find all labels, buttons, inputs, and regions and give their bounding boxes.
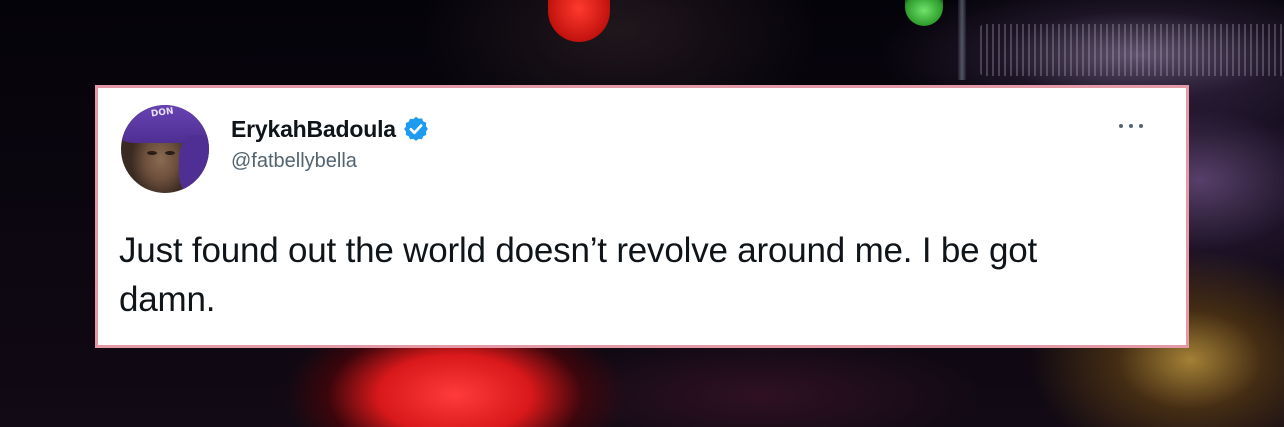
more-dot: [1119, 124, 1123, 128]
avatar-eye-right: [165, 151, 175, 155]
avatar-scarf: [179, 135, 209, 193]
verified-badge-icon: [402, 115, 430, 143]
tweet-text: Just found out the world doesn’t revolve…: [119, 231, 1038, 319]
background-green-light: [905, 0, 943, 26]
more-options-icon[interactable]: [1115, 118, 1149, 134]
user-info: ErykahBadoula @fatbellybella: [231, 115, 430, 173]
user-handle[interactable]: @fatbellybella: [231, 150, 430, 173]
more-dot: [1129, 124, 1133, 128]
more-dot: [1139, 124, 1143, 128]
display-name[interactable]: ErykahBadoula: [231, 116, 396, 143]
background-pole: [958, 0, 966, 80]
background-photo: DON ErykahBadoula @fatbellybella Just fo…: [0, 0, 1284, 427]
background-red-light: [548, 0, 610, 42]
avatar-eye-left: [147, 151, 157, 155]
background-speaker-grille: [980, 24, 1284, 76]
name-row: ErykahBadoula: [231, 115, 430, 143]
tweet-card[interactable]: DON ErykahBadoula @fatbellybella Just fo…: [95, 85, 1189, 348]
avatar[interactable]: DON: [121, 105, 209, 193]
